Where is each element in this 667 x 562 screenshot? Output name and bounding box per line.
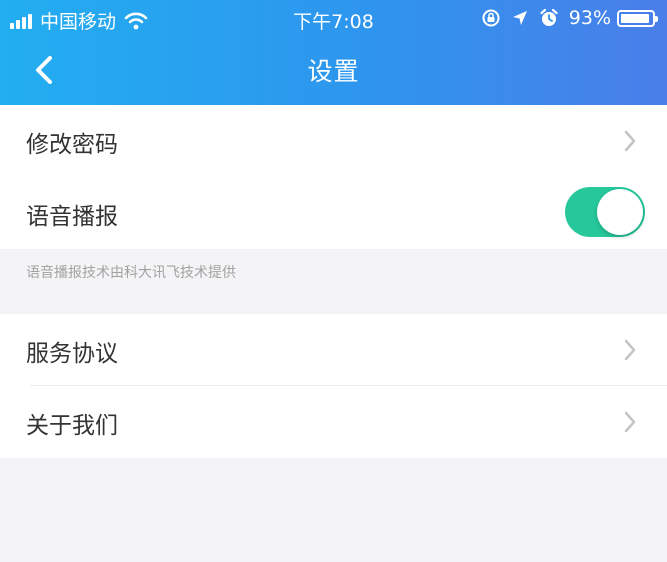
chevron-right-icon	[624, 339, 636, 361]
orientation-lock-icon	[481, 8, 501, 28]
app-header: 中国移动 下午7:08 93% 设置	[0, 0, 667, 105]
battery-icon	[617, 9, 658, 27]
navigation-bar: 设置	[0, 36, 667, 105]
service-agreement-label: 服务协议	[26, 341, 118, 367]
service-agreement-row[interactable]: 服务协议	[0, 314, 667, 386]
alarm-icon	[539, 8, 559, 28]
status-right: 93%	[481, 7, 658, 29]
change-password-label: 修改密码	[26, 132, 118, 158]
voice-broadcast-label: 语音播报	[26, 204, 118, 230]
about-us-label: 关于我们	[26, 413, 118, 439]
voice-broadcast-note: 语音播报技术由科大讯飞技术提供	[26, 265, 236, 281]
toggle-knob	[597, 189, 643, 235]
status-bar: 中国移动 下午7:08 93%	[0, 0, 667, 36]
chevron-right-icon	[624, 411, 636, 433]
location-icon	[511, 9, 529, 27]
change-password-row[interactable]: 修改密码	[0, 105, 667, 177]
chevron-right-icon	[624, 130, 636, 152]
battery-fill	[621, 13, 649, 23]
page-title: 设置	[307, 57, 360, 86]
about-us-row[interactable]: 关于我们	[0, 386, 667, 458]
battery-percent: 93%	[568, 7, 611, 29]
voice-broadcast-toggle[interactable]	[565, 187, 645, 237]
